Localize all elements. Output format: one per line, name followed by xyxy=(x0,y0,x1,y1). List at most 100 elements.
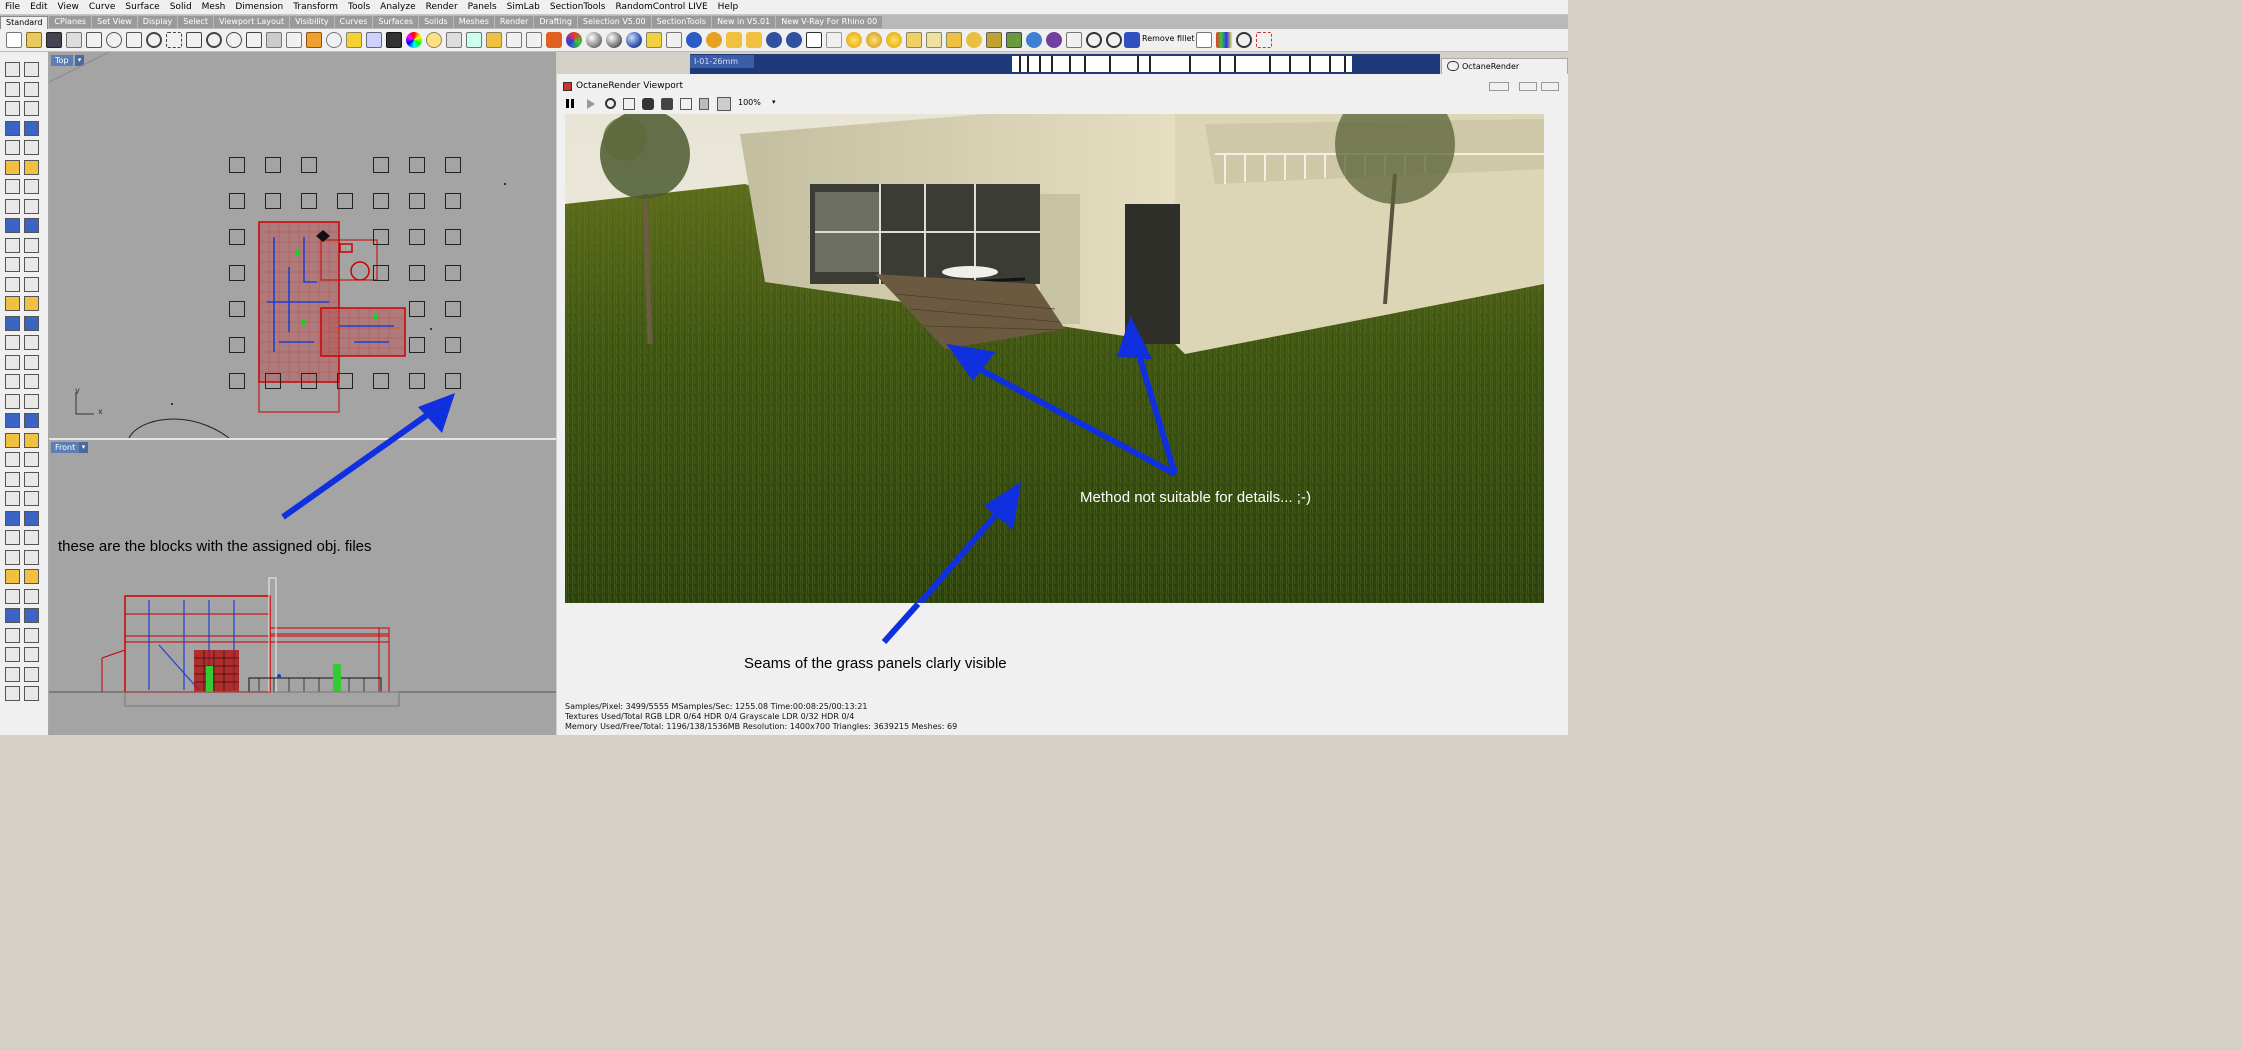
clipping-icon[interactable] xyxy=(506,32,522,48)
camera-icon[interactable] xyxy=(642,98,654,110)
trim-icon[interactable] xyxy=(24,666,39,682)
zoom-window-icon[interactable] xyxy=(166,32,182,48)
polyline-icon[interactable] xyxy=(5,81,20,97)
sphere-material-icon[interactable] xyxy=(606,32,622,48)
boolean-icon[interactable] xyxy=(5,647,20,662)
rotate-icon[interactable] xyxy=(5,335,20,350)
menu-solid[interactable]: Solid xyxy=(165,0,197,14)
mesh-icon[interactable] xyxy=(24,257,39,272)
menu-curve[interactable]: Curve xyxy=(84,0,121,14)
color-wheel-icon[interactable] xyxy=(406,32,422,48)
torus-icon[interactable] xyxy=(5,237,20,253)
fillet-icon[interactable] xyxy=(24,159,39,175)
menu-analyze[interactable]: Analyze xyxy=(375,0,420,14)
layers-icon[interactable] xyxy=(366,32,382,48)
curve-tool-icon[interactable] xyxy=(24,101,39,116)
save-icon[interactable] xyxy=(46,32,62,48)
film-icon[interactable] xyxy=(661,98,673,110)
arc-icon[interactable] xyxy=(24,140,39,155)
circle-icon[interactable] xyxy=(326,32,342,48)
maximize-icon[interactable] xyxy=(1541,82,1559,91)
menu-transform[interactable]: Transform xyxy=(288,0,343,14)
polyline-icon[interactable] xyxy=(5,471,20,487)
octane-panel-tab[interactable]: OctaneRender xyxy=(1441,58,1568,74)
light-tool-icon[interactable] xyxy=(946,32,962,48)
layer-icon[interactable] xyxy=(24,432,39,448)
zoom-extents-icon[interactable] xyxy=(186,32,202,48)
cylinder-icon[interactable] xyxy=(5,608,20,623)
grid-snap-icon[interactable] xyxy=(24,393,39,409)
point-icon[interactable] xyxy=(306,32,322,48)
arc-icon[interactable] xyxy=(24,530,39,545)
tab-standard[interactable]: Standard xyxy=(0,15,49,29)
help-icon[interactable] xyxy=(686,32,702,48)
lock-icon[interactable] xyxy=(699,98,709,110)
array-icon[interactable] xyxy=(24,354,39,370)
minimize-icon[interactable] xyxy=(1519,82,1537,91)
pipe-icon[interactable] xyxy=(24,237,39,253)
undo-icon[interactable] xyxy=(106,32,122,48)
sphere-icon[interactable] xyxy=(586,32,602,48)
box-icon[interactable] xyxy=(5,588,20,604)
cone-icon[interactable] xyxy=(24,218,39,233)
explode-icon[interactable] xyxy=(24,686,39,701)
copy-icon[interactable] xyxy=(24,315,39,331)
line-icon[interactable] xyxy=(24,471,39,487)
bars-icon[interactable] xyxy=(1216,32,1232,48)
curve-icon[interactable] xyxy=(5,101,20,116)
grid-snap-icon[interactable] xyxy=(666,32,682,48)
select-arrow-icon[interactable] xyxy=(5,62,20,77)
polygon-icon[interactable] xyxy=(24,510,39,526)
split-icon[interactable] xyxy=(5,666,20,682)
tag-icon[interactable] xyxy=(726,32,742,48)
tab-drafting[interactable]: Drafting xyxy=(534,16,577,28)
chevron-down-icon[interactable]: ▾ xyxy=(772,98,776,106)
options-icon[interactable] xyxy=(1106,32,1122,48)
select-tool-icon[interactable] xyxy=(1066,32,1082,48)
split-icon[interactable] xyxy=(5,276,20,292)
zoom-select[interactable]: 100% xyxy=(738,98,761,107)
offset-icon[interactable] xyxy=(5,374,20,389)
mirror-icon[interactable] xyxy=(5,354,20,370)
tab-cplanes[interactable]: CPlanes xyxy=(49,16,92,28)
filter-icon[interactable] xyxy=(466,32,482,48)
terrain-icon[interactable] xyxy=(1006,32,1022,48)
frame-icon[interactable] xyxy=(1256,32,1272,48)
point-icon[interactable] xyxy=(24,62,39,77)
globe-icon[interactable] xyxy=(1046,32,1062,48)
tab-meshes[interactable]: Meshes xyxy=(453,16,494,28)
tab-display[interactable]: Display xyxy=(137,16,178,28)
tab-render[interactable]: Render xyxy=(494,16,534,28)
fillet-icon[interactable] xyxy=(24,549,39,565)
m-icon[interactable] xyxy=(706,32,722,48)
daylight-icon[interactable] xyxy=(886,32,902,48)
surface-icon[interactable] xyxy=(24,179,39,194)
restart-icon[interactable] xyxy=(605,98,616,109)
ellipse-icon[interactable] xyxy=(5,549,20,565)
move-icon[interactable] xyxy=(5,315,20,331)
ellipse-icon[interactable] xyxy=(5,159,20,175)
curve-icon[interactable] xyxy=(5,491,20,506)
group-icon[interactable] xyxy=(5,413,20,428)
tab-set-view[interactable]: Set View xyxy=(92,16,137,28)
curve-tool-icon[interactable] xyxy=(24,491,39,506)
join-icon[interactable] xyxy=(5,296,20,311)
layer-strip-label[interactable]: I-01-26mm xyxy=(690,55,754,68)
sun-icon[interactable] xyxy=(846,32,862,48)
sky-icon[interactable] xyxy=(1026,32,1042,48)
spotlight-icon[interactable] xyxy=(646,32,662,48)
mesh-icon[interactable] xyxy=(24,647,39,662)
pause-icon[interactable] xyxy=(571,99,574,108)
tag-add-icon[interactable] xyxy=(746,32,762,48)
open-folder-icon[interactable] xyxy=(26,32,42,48)
tab-selection-v5-00[interactable]: Selection V5.00 xyxy=(577,16,651,28)
extrude-icon[interactable] xyxy=(5,569,20,584)
r-icon[interactable] xyxy=(766,32,782,48)
tab-select[interactable]: Select xyxy=(178,16,213,28)
gear-icon[interactable] xyxy=(1086,32,1102,48)
menu-render[interactable]: Render xyxy=(421,0,463,14)
grid-view-icon[interactable] xyxy=(717,97,731,111)
rectangle-icon[interactable] xyxy=(5,120,20,136)
fillet-icon[interactable] xyxy=(1124,32,1140,48)
trim-icon[interactable] xyxy=(24,276,39,292)
